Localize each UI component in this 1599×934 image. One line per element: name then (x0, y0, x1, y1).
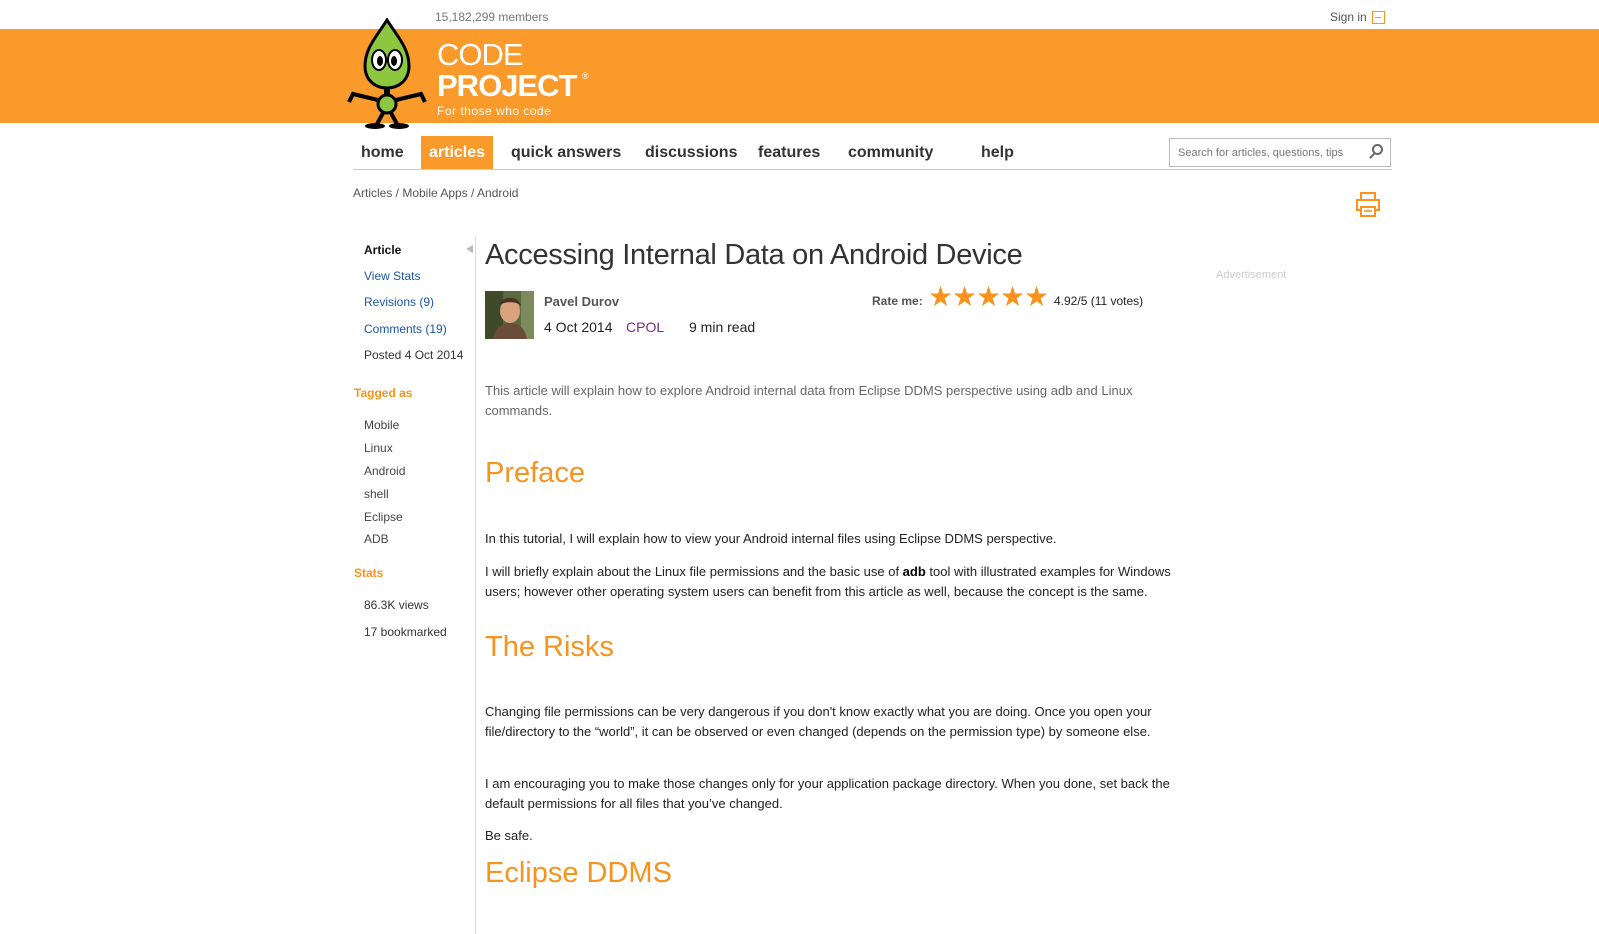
tag-linux[interactable]: Linux (364, 441, 393, 455)
collapse-sidebar-icon[interactable] (466, 245, 473, 253)
risks-paragraph-2: I am encouraging you to make those chang… (485, 776, 1170, 811)
author-avatar[interactable] (485, 291, 534, 339)
advertisement-label: Advertisement (1216, 269, 1287, 281)
logo-code: CODE (437, 37, 524, 72)
tagged-as-heading: Tagged as (354, 386, 413, 400)
search-icon[interactable] (1372, 144, 1383, 155)
eclipse-ddms-heading: Eclipse DDMS (485, 857, 672, 889)
sidebar-posted: Posted 4 Oct 2014 (364, 348, 464, 362)
risks-heading: The Risks (485, 631, 614, 663)
rate-me-label: Rate me: (872, 294, 923, 308)
rating-stars[interactable]: ★ ★ ★ ★ ★ (928, 283, 1049, 311)
adb-bold: adb (902, 564, 926, 579)
tag-mobile[interactable]: Mobile (364, 418, 399, 432)
risks-paragraph-3: Be safe. (485, 828, 533, 843)
preface-paragraph-1: In this tutorial, I will explain how to … (485, 531, 1057, 546)
sign-in-link[interactable]: Sign in (1330, 10, 1385, 24)
print-icon[interactable] (1356, 192, 1380, 217)
star-icon[interactable]: ★ (1024, 283, 1049, 311)
risks-paragraph-1: Changing file permissions can be very da… (485, 704, 1152, 739)
nav-quick-answers[interactable]: quick answers (503, 136, 629, 169)
breadcrumb[interactable]: Articles / Mobile Apps / Android (353, 186, 518, 200)
site-banner (0, 29, 1599, 123)
member-count: 15,182,299 members (435, 10, 549, 24)
site-logo-text[interactable]: CODE PROJECT (437, 37, 577, 103)
nav-discussions[interactable]: discussions (637, 136, 745, 169)
article-title: Accessing Internal Data on Android Devic… (485, 239, 1023, 271)
tag-shell[interactable]: shell (364, 487, 389, 501)
sidebar-article[interactable]: Article (364, 243, 401, 257)
search-input[interactable] (1170, 139, 1360, 166)
logo-project: PROJECT (437, 68, 577, 103)
nav-community[interactable]: community (840, 136, 941, 169)
rating-value: 4.92/5 (11 votes) (1054, 294, 1144, 308)
article-date: 4 Oct 2014 (544, 319, 613, 335)
stat-views: 86.3K views (364, 598, 429, 612)
logo-registered: ® (582, 71, 589, 81)
star-icon[interactable]: ★ (976, 283, 1001, 311)
preface-p2-text: I will briefly explain about the Linux f… (485, 564, 903, 579)
sidebar-view-stats[interactable]: View Stats (364, 269, 420, 283)
license-link[interactable]: CPOL (626, 319, 664, 335)
star-icon[interactable]: ★ (1000, 283, 1025, 311)
sign-in-icon[interactable] (1371, 10, 1385, 24)
bob-mascot-logo[interactable] (347, 18, 427, 130)
nav-articles[interactable]: articles (421, 136, 494, 169)
tag-android[interactable]: Android (364, 464, 405, 478)
logo-tagline: For those who code (437, 104, 552, 118)
top-bar: 15,182,299 members Sign in (0, 0, 1599, 29)
star-icon[interactable]: ★ (952, 283, 977, 311)
read-time: 9 min read (689, 319, 756, 335)
sidebar-divider (475, 236, 476, 934)
preface-paragraph-2: I will briefly explain about the Linux f… (485, 562, 1185, 601)
star-icon[interactable]: ★ (928, 283, 953, 311)
sign-in-label[interactable]: Sign in (1330, 10, 1367, 24)
sidebar-revisions[interactable]: Revisions (9) (364, 295, 434, 309)
author-name[interactable]: Pavel Durov (544, 294, 619, 309)
article-summary: This article will explain how to explore… (485, 383, 1133, 418)
nav-help[interactable]: help (973, 136, 1022, 169)
stats-heading: Stats (354, 566, 384, 580)
site-search (1169, 138, 1391, 167)
stat-bookmarked: 17 bookmarked (364, 625, 447, 639)
tag-adb[interactable]: ADB (364, 532, 389, 546)
preface-heading: Preface (485, 457, 585, 489)
sidebar-comments[interactable]: Comments (19) (364, 322, 447, 336)
tag-eclipse[interactable]: Eclipse (364, 510, 403, 524)
nav-home[interactable]: home (353, 136, 412, 169)
nav-features[interactable]: features (750, 136, 828, 169)
